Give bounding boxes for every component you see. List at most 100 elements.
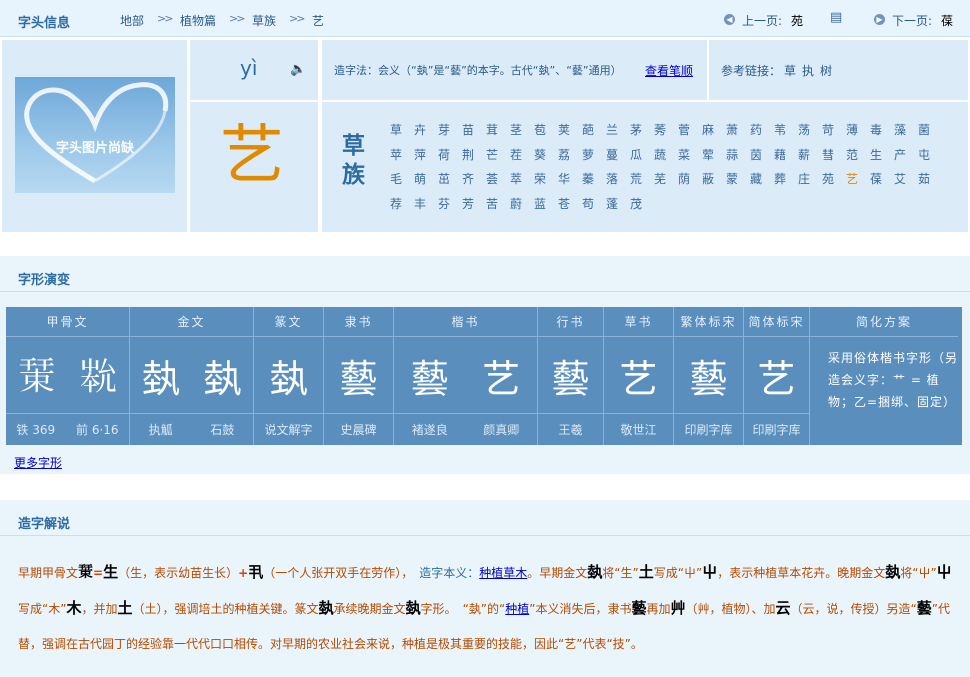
radical-char[interactable]: 葆 xyxy=(870,167,894,192)
more-forms-link[interactable]: 更多字形 xyxy=(14,454,62,471)
radical-char[interactable]: 荐 xyxy=(390,192,414,217)
radical-char[interactable]: 蓝 xyxy=(534,192,558,217)
radical-char[interactable]: 葵 xyxy=(534,143,558,168)
radical-char[interactable]: 菌 xyxy=(918,118,942,143)
ref-link-shu[interactable]: 树 xyxy=(820,62,832,79)
radical-char[interactable]: 荚 xyxy=(558,118,582,143)
radical-char[interactable]: 茁 xyxy=(438,167,462,192)
radical-char[interactable]: 荣 xyxy=(534,167,558,192)
radical-char[interactable]: 荷 xyxy=(438,143,462,168)
radical-char[interactable]: 蔬 xyxy=(654,143,678,168)
radical-char[interactable]: 苍 xyxy=(558,192,582,217)
radical-char[interactable]: 萌 xyxy=(414,167,438,192)
radical-char[interactable]: 艾 xyxy=(894,167,918,192)
radical-char[interactable]: 苦 xyxy=(486,192,510,217)
radical-char[interactable]: 艺 xyxy=(846,167,870,192)
radical-char[interactable]: 蔽 xyxy=(702,167,726,192)
breadcrumb-plants[interactable]: 植物篇 xyxy=(180,12,216,29)
next-page-label[interactable]: 下一页: xyxy=(892,12,932,29)
radical-char[interactable]: 草 xyxy=(390,118,414,143)
radical-char[interactable]: 荤 xyxy=(702,143,726,168)
radical-char[interactable]: 毒 xyxy=(870,118,894,143)
radical-char[interactable]: 苛 xyxy=(822,118,846,143)
radical-char[interactable]: 彗 xyxy=(822,143,846,168)
radical-char[interactable]: 蔚 xyxy=(510,192,534,217)
radical-char[interactable]: 蔓 xyxy=(606,143,630,168)
radical-char[interactable]: 芽 xyxy=(438,118,462,143)
stroke-order-link[interactable]: 查看笔顺 xyxy=(645,62,693,79)
radical-char[interactable]: 葩 xyxy=(582,118,606,143)
ref-link-cao[interactable]: 草 xyxy=(784,62,796,79)
prev-page-char[interactable]: 苑 xyxy=(791,12,803,29)
radical-char[interactable]: 茂 xyxy=(630,192,654,217)
planting-link[interactable]: 种植 xyxy=(505,602,529,616)
radical-char[interactable]: 藻 xyxy=(894,118,918,143)
ref-link-zhi[interactable]: 执 xyxy=(802,62,814,79)
radical-char[interactable]: 萧 xyxy=(726,118,750,143)
speaker-icon[interactable]: 🔈 xyxy=(290,62,306,77)
radical-char[interactable]: 苹 xyxy=(390,143,414,168)
evolution-panel: 字形演变 甲骨文 𢆞 𡴞 铁 369 前 6·16 金文埶埶执觚 石鼓 篆文埶说文解字 隶书藝史… xyxy=(0,256,970,474)
evolution-column: 隶书藝史晨碑 xyxy=(324,307,394,445)
breadcrumb-grass[interactable]: 草族 xyxy=(252,12,276,29)
next-arrow-icon[interactable]: ▶ xyxy=(874,12,885,26)
breadcrumb-earth[interactable]: 地部 xyxy=(120,12,144,29)
next-page-char[interactable]: 葆 xyxy=(941,12,953,29)
radical-char[interactable]: 落 xyxy=(606,167,630,192)
radical-char[interactable]: 藏 xyxy=(750,167,774,192)
radical-char[interactable]: 荆 xyxy=(462,143,486,168)
radical-char[interactable]: 茸 xyxy=(486,118,510,143)
radical-char[interactable]: 华 xyxy=(558,167,582,192)
radical-char[interactable]: 茵 xyxy=(750,143,774,168)
radical-char[interactable]: 屯 xyxy=(918,143,942,168)
radical-char[interactable]: 茹 xyxy=(918,167,942,192)
original-meaning-link[interactable]: 种植草木 xyxy=(479,566,527,580)
prev-arrow-icon[interactable]: ◀ xyxy=(724,12,735,26)
radical-char[interactable]: 茬 xyxy=(510,143,534,168)
radical-char[interactable]: 莠 xyxy=(654,118,678,143)
radical-char[interactable]: 荒 xyxy=(630,167,654,192)
radical-char[interactable]: 蓁 xyxy=(582,167,606,192)
radical-char[interactable]: 薪 xyxy=(798,143,822,168)
radical-char[interactable]: 荡 xyxy=(798,118,822,143)
radical-char[interactable]: 萝 xyxy=(582,143,606,168)
radical-char[interactable]: 菜 xyxy=(678,143,702,168)
radical-char[interactable]: 茅 xyxy=(630,118,654,143)
radical-char[interactable]: 藉 xyxy=(774,143,798,168)
radical-char[interactable]: 丰 xyxy=(414,192,438,217)
radical-char[interactable]: 兰 xyxy=(606,118,630,143)
radical-char[interactable]: 庄 xyxy=(798,167,822,192)
radical-char[interactable]: 蓬 xyxy=(606,192,630,217)
radical-char[interactable]: 苑 xyxy=(822,167,846,192)
radical-char[interactable]: 蒜 xyxy=(726,143,750,168)
prev-page-label[interactable]: 上一页: xyxy=(742,12,782,29)
radical-char[interactable]: 芳 xyxy=(462,192,486,217)
radical-char[interactable]: 荔 xyxy=(558,143,582,168)
radical-char[interactable]: 卉 xyxy=(414,118,438,143)
radical-char[interactable]: 瓜 xyxy=(630,143,654,168)
radical-char[interactable]: 荫 xyxy=(678,167,702,192)
radical-char[interactable]: 苇 xyxy=(774,118,798,143)
radical-char[interactable]: 范 xyxy=(846,143,870,168)
radical-char[interactable]: 苞 xyxy=(534,118,558,143)
radical-char[interactable]: 蒙 xyxy=(726,167,750,192)
radical-char[interactable]: 荟 xyxy=(486,167,510,192)
radical-char[interactable]: 麻 xyxy=(702,118,726,143)
radical-char[interactable]: 萍 xyxy=(414,143,438,168)
radical-char[interactable]: 生 xyxy=(870,143,894,168)
radical-char[interactable]: 齐 xyxy=(462,167,486,192)
radical-char[interactable]: 芬 xyxy=(438,192,462,217)
radical-char[interactable]: 药 xyxy=(750,118,774,143)
radical-char[interactable]: 葬 xyxy=(774,167,798,192)
radical-char[interactable]: 菅 xyxy=(678,118,702,143)
radical-char[interactable]: 苟 xyxy=(582,192,606,217)
radical-char[interactable]: 薄 xyxy=(846,118,870,143)
book-icon[interactable]: ▤ xyxy=(830,10,842,25)
radical-char[interactable]: 芒 xyxy=(486,143,510,168)
radical-char[interactable]: 苗 xyxy=(462,118,486,143)
radical-char[interactable]: 毛 xyxy=(390,167,414,192)
radical-char[interactable]: 萃 xyxy=(510,167,534,192)
radical-char[interactable]: 芜 xyxy=(654,167,678,192)
radical-char[interactable]: 产 xyxy=(894,143,918,168)
radical-char[interactable]: 茎 xyxy=(510,118,534,143)
